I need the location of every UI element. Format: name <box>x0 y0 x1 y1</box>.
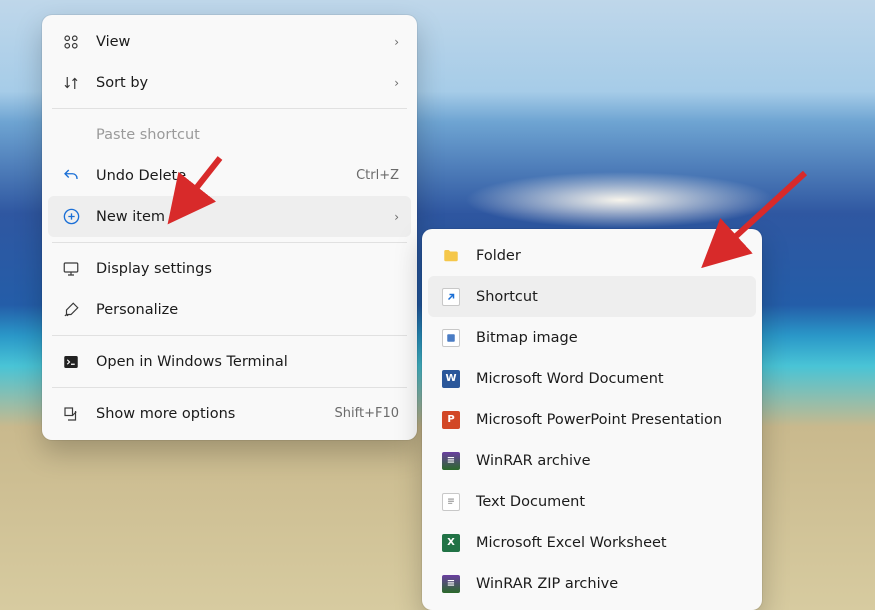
menu-item-new[interactable]: New item › <box>48 196 411 237</box>
submenu-item-folder[interactable]: Folder <box>428 235 756 276</box>
brush-icon <box>60 299 82 321</box>
menu-item-personalize[interactable]: Personalize <box>48 289 411 330</box>
zip-icon: ≡ <box>440 573 462 595</box>
plus-circle-icon <box>60 206 82 228</box>
shortcut-icon <box>440 286 462 308</box>
menu-item-open-terminal[interactable]: Open in Windows Terminal <box>48 341 411 382</box>
text-document-icon <box>440 491 462 513</box>
chevron-right-icon: › <box>387 35 399 49</box>
display-icon <box>60 258 82 280</box>
menu-item-label: Show more options <box>96 406 321 422</box>
chevron-right-icon: › <box>387 210 399 224</box>
menu-item-label: Display settings <box>96 261 399 277</box>
terminal-icon <box>60 351 82 373</box>
menu-item-label: Sort by <box>96 75 373 91</box>
menu-item-label: Shortcut <box>476 289 744 305</box>
grid-icon <box>60 31 82 53</box>
sort-icon <box>60 72 82 94</box>
rar-icon: ≡ <box>440 450 462 472</box>
menu-item-label: View <box>96 34 373 50</box>
submenu-item-powerpoint[interactable]: P Microsoft PowerPoint Presentation <box>428 399 756 440</box>
menu-item-show-more-options[interactable]: Show more options Shift+F10 <box>48 393 411 434</box>
menu-item-label: Undo Delete <box>96 168 342 184</box>
submenu-item-word[interactable]: W Microsoft Word Document <box>428 358 756 399</box>
excel-icon: X <box>440 532 462 554</box>
menu-separator <box>52 108 407 109</box>
menu-item-label: Folder <box>476 248 744 264</box>
menu-item-shortcut: Ctrl+Z <box>356 168 399 183</box>
desktop-context-menu: View › Sort by › Paste shortcut Undo Del… <box>42 15 417 440</box>
menu-item-label: Bitmap image <box>476 330 744 346</box>
bitmap-icon <box>440 327 462 349</box>
menu-item-label: Microsoft Excel Worksheet <box>476 535 744 551</box>
menu-separator <box>52 335 407 336</box>
folder-icon <box>440 245 462 267</box>
menu-item-label: Open in Windows Terminal <box>96 354 399 370</box>
new-item-submenu: Folder Shortcut Bitmap image W Microsoft… <box>422 229 762 610</box>
menu-item-label: Text Document <box>476 494 744 510</box>
menu-item-sort-by[interactable]: Sort by › <box>48 62 411 103</box>
blank-icon <box>60 124 82 146</box>
menu-item-label: WinRAR ZIP archive <box>476 576 744 592</box>
submenu-item-excel[interactable]: X Microsoft Excel Worksheet <box>428 522 756 563</box>
more-options-icon <box>60 403 82 425</box>
menu-item-shortcut: Shift+F10 <box>335 406 399 421</box>
menu-item-label: Personalize <box>96 302 399 318</box>
menu-separator <box>52 387 407 388</box>
chevron-right-icon: › <box>387 76 399 90</box>
menu-item-label: Paste shortcut <box>96 127 399 143</box>
menu-item-view[interactable]: View › <box>48 21 411 62</box>
undo-icon <box>60 165 82 187</box>
submenu-item-shortcut[interactable]: Shortcut <box>428 276 756 317</box>
menu-item-label: WinRAR archive <box>476 453 744 469</box>
submenu-item-zip[interactable]: ≡ WinRAR ZIP archive <box>428 563 756 604</box>
menu-item-label: New item <box>96 209 373 225</box>
submenu-item-bitmap[interactable]: Bitmap image <box>428 317 756 358</box>
menu-item-display-settings[interactable]: Display settings <box>48 248 411 289</box>
menu-item-undo-delete[interactable]: Undo Delete Ctrl+Z <box>48 155 411 196</box>
menu-item-paste-shortcut: Paste shortcut <box>48 114 411 155</box>
menu-item-label: Microsoft Word Document <box>476 371 744 387</box>
submenu-item-text[interactable]: Text Document <box>428 481 756 522</box>
menu-separator <box>52 242 407 243</box>
submenu-item-rar[interactable]: ≡ WinRAR archive <box>428 440 756 481</box>
menu-item-label: Microsoft PowerPoint Presentation <box>476 412 744 428</box>
word-icon: W <box>440 368 462 390</box>
powerpoint-icon: P <box>440 409 462 431</box>
